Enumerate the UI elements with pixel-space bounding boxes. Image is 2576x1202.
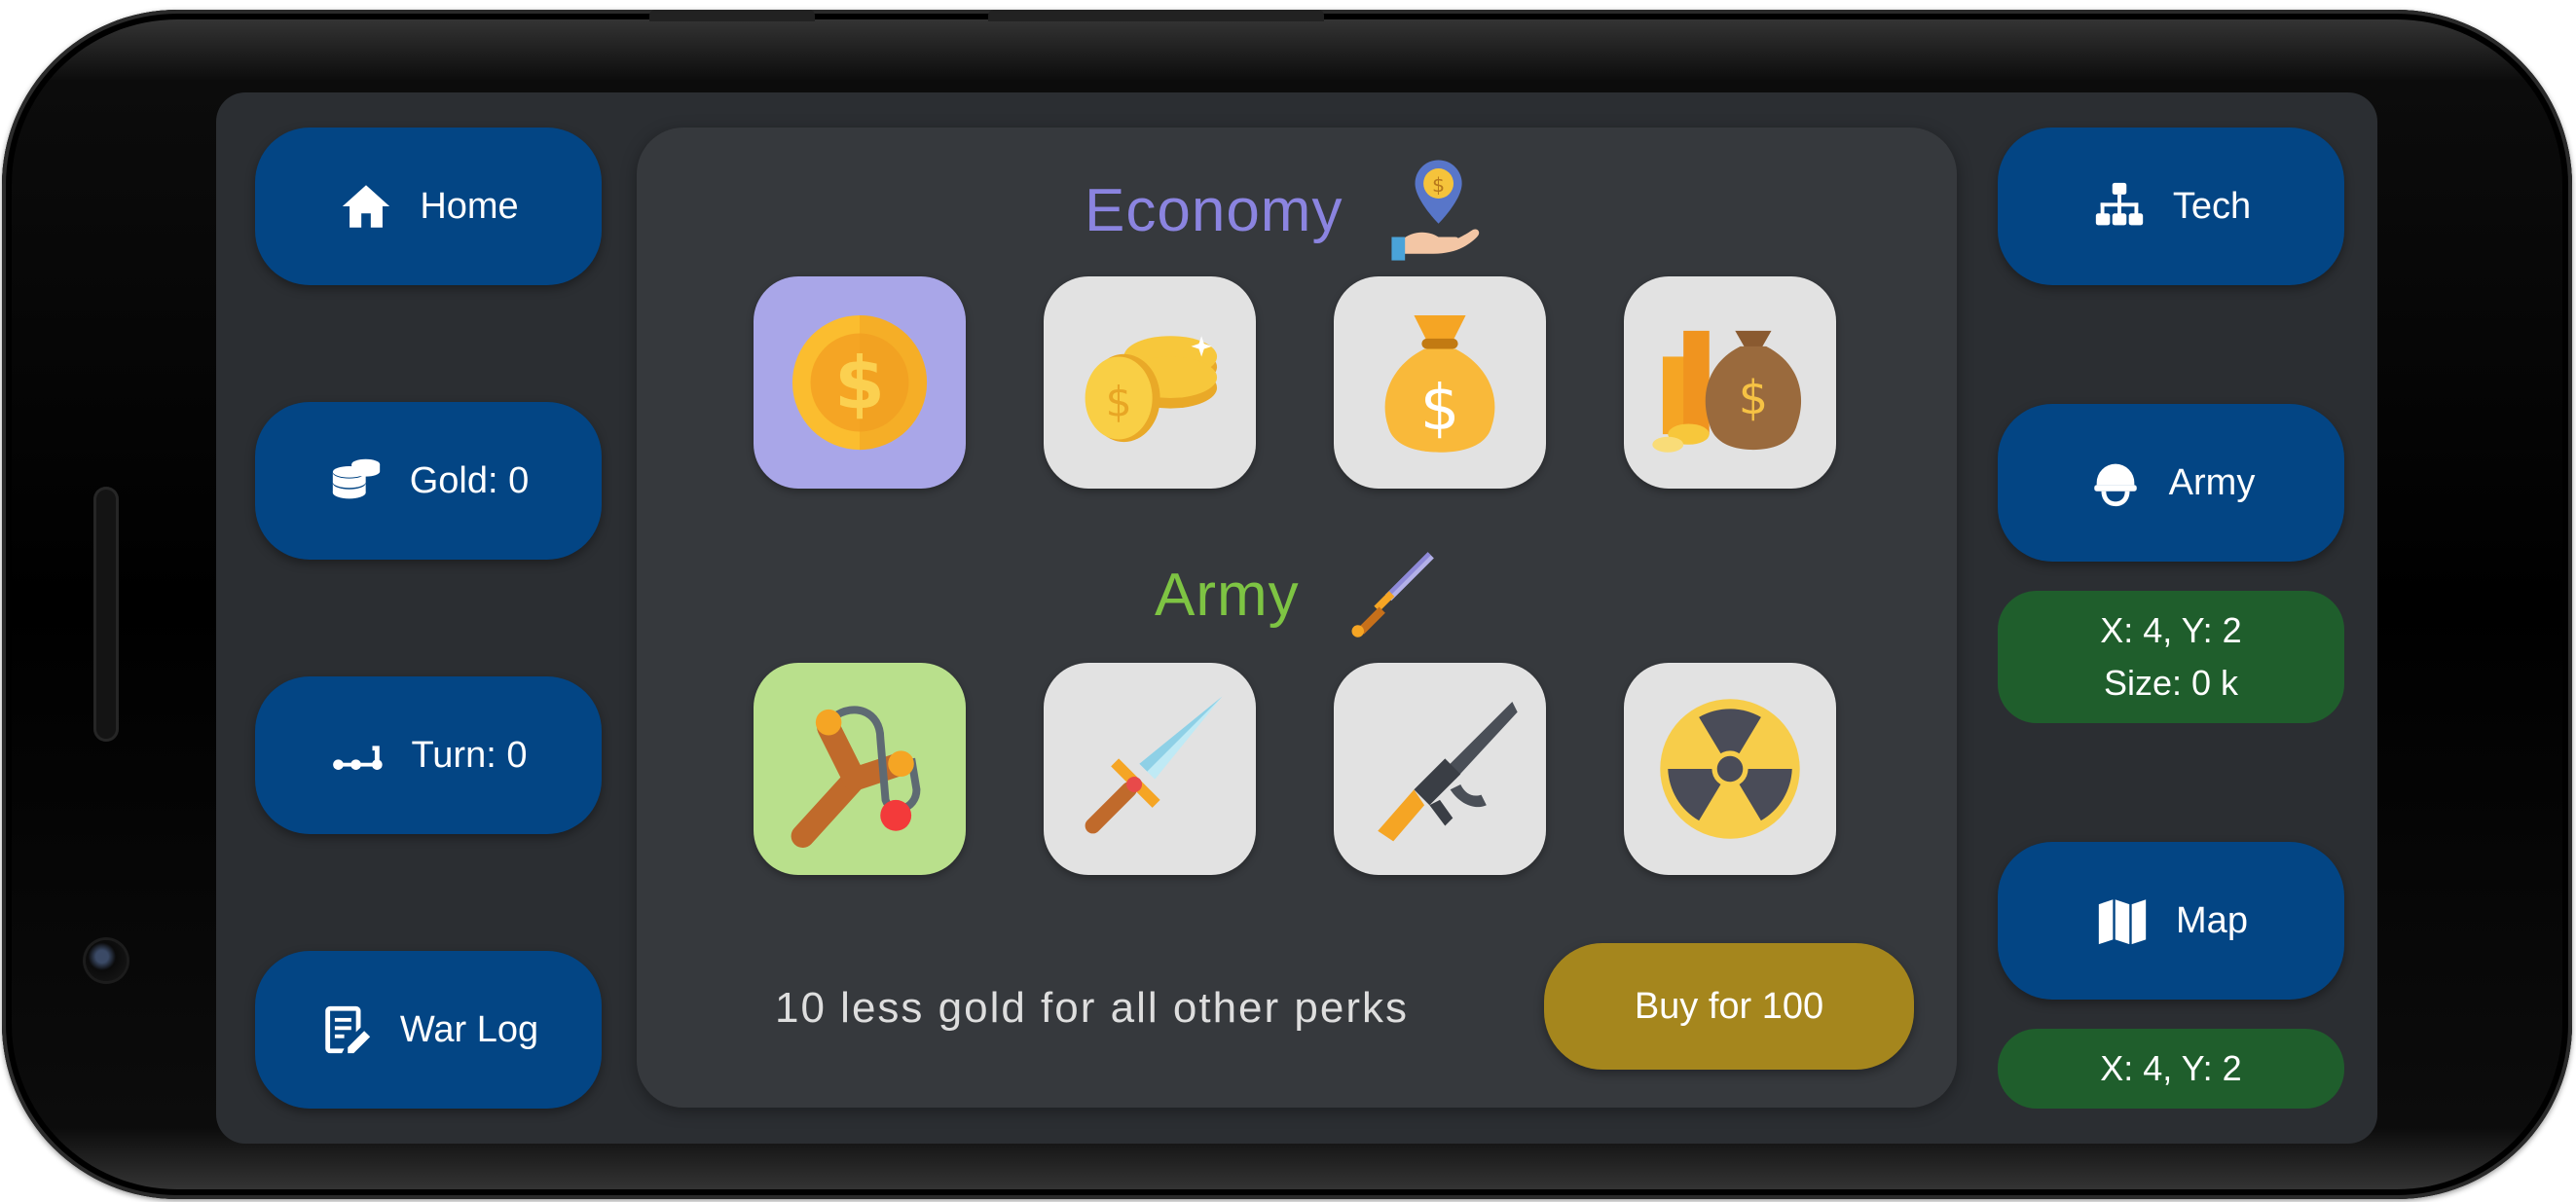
speaker-grille [93,487,119,742]
svg-text:$: $ [834,342,885,426]
map-icon [2098,899,2147,945]
gold-label: Gold: 0 [409,459,530,501]
army-position: X: 4, Y: 2 [2100,610,2242,650]
perk-rifle[interactable] [1334,663,1546,875]
route-icon [332,746,383,770]
army-label: Army [2168,461,2256,503]
gold-coin-icon: $ [791,314,928,451]
map-info-box: X: 4, Y: 2 [1998,1029,2344,1109]
gold-button[interactable]: Gold: 0 [255,402,602,560]
perk-slingshot[interactable] [754,663,966,875]
turn-button[interactable]: Turn: 0 [255,676,602,834]
game-screen: Home Gold: 0 Turn: 0 War Log Economy $ $… [216,92,2377,1144]
perk-panel: Economy $ $ $ $ $ Army 10 less gold for … [637,127,1957,1108]
army-title: Army [1155,562,1300,629]
svg-text:$: $ [1420,373,1460,445]
turn-label: Turn: 0 [411,734,528,776]
army-button[interactable]: Army [1998,404,2344,562]
document-edit-icon [325,1005,371,1054]
money-bag-icon: $ [1384,314,1495,453]
slingshot-icon [791,706,921,849]
perk-treasure-bag[interactable]: $ [1624,276,1836,489]
map-position: X: 4, Y: 2 [2100,1048,2242,1088]
perk-radiation[interactable] [1624,663,1836,875]
army-size: Size: 0 k [2103,663,2239,703]
home-label: Home [420,185,519,227]
hierarchy-icon [2095,182,2144,226]
phone-frame: Home Gold: 0 Turn: 0 War Log Economy $ $… [2,10,2572,1199]
volume-button [649,10,815,21]
perk-money-bag[interactable]: $ [1334,276,1546,489]
sword-icon [1085,696,1223,834]
perk-gold-coin[interactable]: $ [754,276,966,489]
front-camera [86,940,127,981]
map-button[interactable]: Map [1998,842,2344,1000]
coin-stack-icon: $ [1085,336,1218,443]
coins-icon [332,458,380,499]
map-label: Map [2176,899,2248,941]
helmet-icon [2093,463,2137,507]
economy-title: Economy [1085,177,1343,244]
treasure-bag-icon: $ [1652,330,1802,453]
rifle-icon [1378,701,1518,842]
home-button[interactable]: Home [255,127,602,285]
home-icon [343,185,390,228]
perk-coin-stack[interactable]: $ [1044,276,1256,489]
war-log-label: War Log [399,1008,539,1050]
money-location-icon: $ [1391,160,1480,261]
war-log-button[interactable]: War Log [255,951,602,1109]
svg-text:$: $ [1106,380,1132,427]
buy-button[interactable]: Buy for 100 [1544,943,1914,1070]
tech-label: Tech [2172,185,2252,227]
perk-sword[interactable] [1044,663,1256,875]
army-info-box: X: 4, Y: 2 Size: 0 k [1998,591,2344,723]
svg-text:$: $ [1432,173,1445,197]
power-button [988,10,1324,21]
radiation-icon [1660,699,1800,839]
svg-text:$: $ [1739,372,1768,425]
tech-button[interactable]: Tech [1998,127,2344,285]
perk-description: 10 less gold for all other perks [775,984,1409,1032]
dagger-icon [1351,552,1434,637]
